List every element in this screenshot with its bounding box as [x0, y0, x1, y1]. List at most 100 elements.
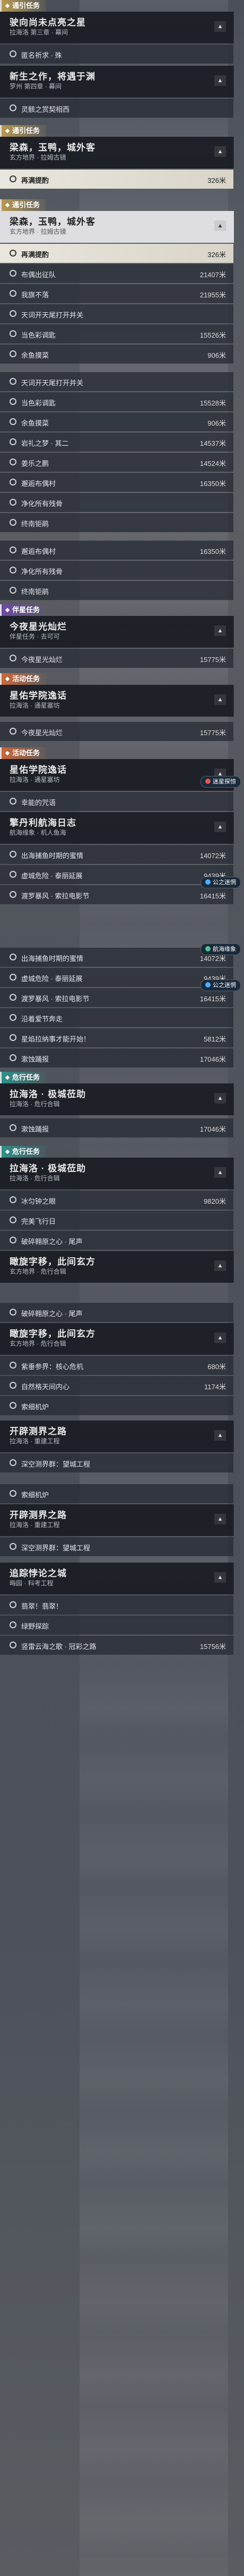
quest-title: 新生之作，将遇于渊	[10, 72, 95, 82]
step-label: 破碎翱原之心 · 尾声	[21, 1310, 83, 1318]
quest-step-row[interactable]: 完美飞行日	[0, 1211, 233, 1230]
quest-card[interactable]: 拉海洛 · 极城莅助 拉海洛 · 危行合辑 ▲	[0, 1083, 234, 1115]
quest-step-row[interactable]: 天词开天尾打开并关	[0, 372, 233, 391]
step-label: 天词开天尾打开并关	[21, 379, 84, 387]
step-circle-icon	[10, 398, 16, 405]
step-circle-icon	[10, 1642, 16, 1648]
quest-step-row[interactable]: 终南钜鹃	[0, 513, 233, 532]
step-label: 紫垂参界：核心危机	[21, 1363, 84, 1371]
collapse-chevron-icon[interactable]: ▲	[214, 220, 226, 231]
quest-step-row[interactable]: 自然格天间内心 1174米	[0, 1376, 233, 1395]
quest-card[interactable]: 瞰旋字移，此间玄方 玄方地界 · 危行合辑 ▲	[0, 1323, 234, 1355]
quest-step-row[interactable]: 破碎翱原之心 · 尾声	[0, 1231, 233, 1250]
step-label: 星焰拉纳事才能开始！	[21, 1035, 91, 1043]
quest-step-row[interactable]: 漱蚀踊报 17046米	[0, 1048, 233, 1068]
quest-step-row[interactable]: 再满提酌 326米	[0, 244, 233, 263]
quest-step-row[interactable]: 布偶出征队 21407米	[0, 264, 233, 283]
quest-step-row[interactable]: 邂逅布偶村 16350米	[0, 541, 233, 560]
collapse-chevron-icon[interactable]: ▲	[214, 822, 226, 832]
quest-step-row[interactable]: 紫垂参界：核心危机 680米	[0, 1356, 233, 1375]
quest-step-row[interactable]: 深空测界群：望城工程	[0, 1537, 233, 1556]
quest-card[interactable]: 追踪悖论之城 晦园 · 科考工程 ▲	[0, 1563, 234, 1594]
collapse-chevron-icon[interactable]: ▲	[214, 21, 226, 32]
quest-card[interactable]: 瞰旋字移，此间玄方 玄方地界 · 危行合辑 ▲	[0, 1251, 234, 1283]
quest-step-row[interactable]: 翡翠！翡翠！	[0, 1595, 233, 1615]
collapse-chevron-icon[interactable]: ▲	[214, 146, 226, 157]
quest-step-row[interactable]: 净化所有残骨	[0, 561, 233, 580]
quest-subtitle: 拉海洛 · 危行合辑	[10, 1100, 60, 1108]
quest-card[interactable]: 梁森，玉鸭，城外客 玄方地界 · 拉姆古镜 ▲	[0, 137, 234, 169]
step-circle-icon	[10, 587, 16, 594]
collapse-chevron-icon[interactable]: ▲	[214, 1572, 226, 1583]
quest-step-row[interactable]: 绿野探踪	[0, 1616, 233, 1635]
quest-step-row[interactable]: 今夜星光灿烂 15775米	[0, 722, 233, 741]
collapse-chevron-icon[interactable]: ▲	[214, 1093, 226, 1104]
quest-step-row[interactable]: 虚城危险 · 泰丽延展 9439米	[0, 865, 233, 884]
collapse-chevron-icon[interactable]: ▲	[214, 694, 226, 705]
quest-step-row[interactable]: 星焰拉纳事才能开始！ 5812米	[0, 1028, 233, 1047]
quest-card[interactable]: 擎丹利航海日志 航海缘象 · 机人鱼海 ▲	[0, 812, 234, 844]
step-distance: 15526米	[199, 331, 226, 339]
quest-subtitle: 拉海洛 · 危行合辑	[10, 1175, 60, 1182]
quest-card[interactable]: 开辟测界之路 拉海洛 · 重建工程 ▲	[0, 1421, 234, 1452]
step-label: 翡翠！翡翠！	[21, 1602, 63, 1610]
step-label: 出海捕鱼时期的蜜情	[21, 852, 84, 860]
quest-step-row[interactable]: 岩礼之梦 · 其二 14537米	[0, 433, 233, 452]
collapse-chevron-icon[interactable]: ▲	[214, 625, 226, 636]
quest-card[interactable]: 星佑学院逸话 拉海洛 · 通星塞坊 ▲	[0, 685, 234, 717]
collapse-chevron-icon[interactable]: ▲	[214, 1333, 226, 1343]
quest-step-row[interactable]: 匿名祈求 · 殊	[0, 45, 233, 64]
quest-step-row[interactable]: 渡罗暴风 · 索拉电影节 16415米	[0, 885, 233, 904]
quest-step-row[interactable]: 出海捕鱼时期的蜜情 14072米	[0, 948, 233, 967]
quest-card[interactable]: 拉海洛 · 极城莅助 拉海洛 · 危行合辑 ▲	[0, 1158, 234, 1189]
quest-step-row[interactable]: 我旗不落 21955米	[0, 284, 233, 303]
quest-card[interactable]: 驶向尚未点亮之星 拉海洛 第三章 · 幕间 ▲	[0, 12, 234, 43]
quest-step-row[interactable]: 索细机炉	[0, 1396, 233, 1415]
quest-step-row[interactable]: 冰匀钟之眼 9820米	[0, 1190, 233, 1210]
step-circle-icon	[10, 1034, 16, 1041]
quest-step-row[interactable]: 沿着爱节奔走	[0, 1008, 233, 1027]
quest-step-row[interactable]: 深空测界群：望城工程	[0, 1453, 233, 1472]
step-label: 当色彩调匙	[21, 331, 56, 339]
quest-step-row[interactable]: 当色彩调匙 15528米	[0, 392, 233, 411]
step-circle-icon	[10, 655, 16, 661]
quest-step-row[interactable]: 漱蚀踊报 17046米	[0, 1118, 233, 1137]
collapse-chevron-icon[interactable]: ▲	[214, 75, 226, 86]
quest-step-row[interactable]: 虚城危险 · 泰丽延展 9439米	[0, 968, 233, 987]
quest-card[interactable]: 新生之作，将遇于渊 罗州 第四章 · 幕间 ▲	[0, 66, 234, 98]
quest-step-row[interactable]: 竖雷云海之歌 · 冠彩之路 15756米	[0, 1636, 233, 1655]
collapse-chevron-icon[interactable]: ▲	[214, 1260, 226, 1271]
mission-category-label: 伴星任务	[12, 606, 40, 614]
step-circle-icon	[10, 1601, 16, 1608]
mission-category-label: 危行任务	[12, 1148, 40, 1155]
quest-card[interactable]: 梁森，玉鸭，城外客 玄方地界 · 拉姆古镜 ▲	[0, 211, 234, 243]
quest-subtitle: 玄方地界 · 危行合辑	[10, 1268, 66, 1275]
quest-step-row[interactable]: 天词开天尾打开并关	[0, 304, 233, 323]
step-circle-icon	[10, 499, 16, 506]
quest-step-row[interactable]: 姜乐之鹏 14524米	[0, 453, 233, 472]
quest-step-row[interactable]: 再满提酌 326米	[0, 170, 233, 189]
quest-card[interactable]: 开辟测界之路 拉海洛 · 重建工程 ▲	[0, 1504, 234, 1536]
quest-step-row[interactable]: 净化所有残骨	[0, 493, 233, 512]
quest-step-row[interactable]: 灵骸之赏契相西	[0, 99, 233, 118]
collapse-chevron-icon[interactable]: ▲	[214, 1514, 226, 1524]
quest-step-row[interactable]: 当色彩调匙 15526米	[0, 324, 233, 343]
quest-step-row[interactable]: 余鱼摸菜 906米	[0, 345, 233, 364]
quest-step-row[interactable]: 今夜星光灿烂 15775米	[0, 649, 233, 668]
quest-card[interactable]: 今夜星光灿烂 伴星任务 · 去可可 ▲	[0, 616, 234, 648]
quest-step-row[interactable]: 出海捕鱼时期的蜜情 14072米	[0, 845, 233, 864]
step-circle-icon	[10, 871, 16, 878]
step-label: 再满提酌	[21, 177, 49, 184]
quest-step-row[interactable]: 幸能的咒语	[0, 792, 233, 811]
quest-title: 星佑学院逸话	[10, 765, 67, 775]
quest-step-row[interactable]: 渡罗暴风 · 索拉电影节 16415米	[0, 988, 233, 1007]
quest-step-row[interactable]: 余鱼摸菜 906米	[0, 412, 233, 431]
quest-card[interactable]: 星佑学院逸话 拉海洛 · 通星塞坊 ▲	[0, 759, 234, 791]
quest-step-row[interactable]: 终南钜鹃	[0, 581, 233, 600]
step-distance: 21407米	[199, 271, 226, 279]
collapse-chevron-icon[interactable]: ▲	[214, 1167, 226, 1178]
quest-step-row[interactable]: 邂逅布偶村 16350米	[0, 473, 233, 492]
quest-step-row[interactable]: 索细机炉	[0, 1484, 233, 1503]
quest-step-row[interactable]: 破碎翱原之心 · 尾声	[0, 1303, 233, 1322]
collapse-chevron-icon[interactable]: ▲	[214, 1430, 226, 1441]
